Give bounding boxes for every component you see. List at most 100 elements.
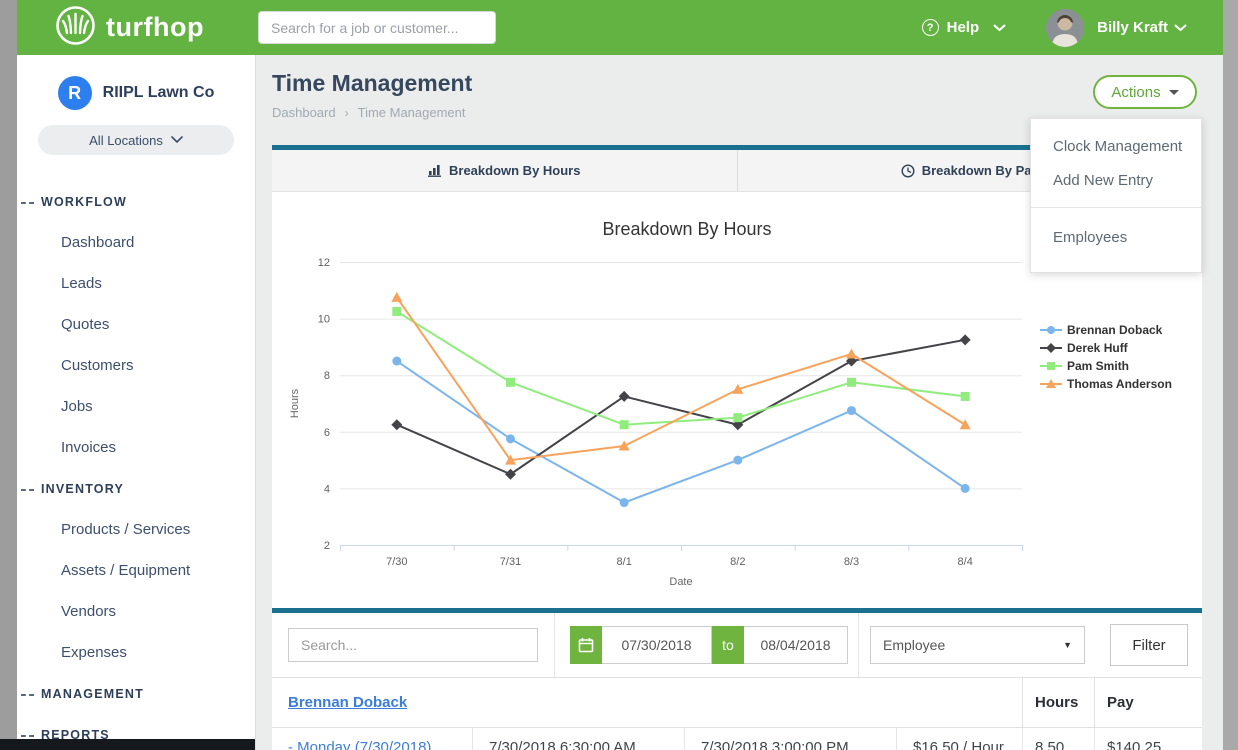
tree-dashes-icon <box>21 735 34 737</box>
select-caret-icon: ▼ <box>1063 640 1072 650</box>
sidebar-item-dashboard[interactable]: Dashboard <box>17 222 255 263</box>
svg-text:4: 4 <box>324 483 330 495</box>
time-entries-table: Brennan Doback Hours Pay - Monday (7/30/… <box>272 678 1202 750</box>
sidebar-nav: WORKFLOW Dashboard Leads Quotes Customer… <box>17 181 255 750</box>
sidebar-footer <box>17 739 255 750</box>
tree-dashes-icon <box>21 202 34 204</box>
calendar-icon <box>578 637 594 653</box>
tab-breakdown-by-hours[interactable]: Breakdown By Hours <box>272 150 737 191</box>
calendar-button[interactable] <box>570 626 602 664</box>
top-bar: turfhop ? Help Billy Kraft <box>17 0 1223 55</box>
sidebar-item-customers[interactable]: Customers <box>17 345 255 386</box>
menu-divider <box>1031 207 1201 208</box>
clock-icon <box>901 164 915 178</box>
location-filter-label: All Locations <box>89 133 163 148</box>
actions-button[interactable]: Actions <box>1093 75 1197 109</box>
sidebar: R RIIPL Lawn Co All Locations WORKFLOW D… <box>17 55 256 750</box>
date-to-input[interactable] <box>744 626 848 664</box>
chart-legend: Brennan Doback Derek Huff Pam Smith Thomas … <box>1040 321 1172 393</box>
company-row: R RIIPL Lawn Co <box>17 55 255 110</box>
table-search-input[interactable] <box>288 628 538 662</box>
legend-label: Brennan Doback <box>1067 323 1162 337</box>
company-name: RIIPL Lawn Co <box>103 84 215 102</box>
left-scrollbar-track-end <box>0 739 17 750</box>
svg-text:8/3: 8/3 <box>844 556 859 568</box>
sidebar-item-expenses[interactable]: Expenses <box>17 632 255 673</box>
global-search-input[interactable] <box>258 11 496 44</box>
left-scrollbar[interactable] <box>0 0 17 750</box>
rate-cell: $16.50 / Hour <box>896 728 1022 750</box>
tree-dashes-icon <box>21 694 34 696</box>
topbar-right-group: ? Help Billy Kraft <box>922 9 1187 47</box>
chevron-down-icon <box>171 136 183 144</box>
legend-label: Derek Huff <box>1067 341 1128 355</box>
triangle-marker-icon <box>1040 378 1062 390</box>
legend-item[interactable]: Derek Huff <box>1040 339 1172 357</box>
table-header-row: Brennan Doback Hours Pay <box>272 678 1202 728</box>
date-from-input[interactable] <box>602 626 712 664</box>
legend-item[interactable]: Brennan Doback <box>1040 321 1172 339</box>
caret-down-icon <box>1169 90 1179 95</box>
diamond-marker-icon <box>1040 342 1062 354</box>
svg-text:12: 12 <box>318 257 330 269</box>
breadcrumb-separator: › <box>345 106 349 120</box>
svg-text:Breakdown By Hours: Breakdown By Hours <box>602 219 771 239</box>
legend-item[interactable]: Pam Smith <box>1040 357 1172 375</box>
avatar[interactable] <box>1046 9 1084 47</box>
menu-item-add-new-entry[interactable]: Add New Entry <box>1031 163 1201 197</box>
chevron-down-icon <box>993 19 1006 37</box>
svg-text:7/31: 7/31 <box>500 556 521 568</box>
chevron-down-icon[interactable] <box>1174 19 1187 37</box>
company-badge: R <box>58 76 92 110</box>
sidebar-item-invoices[interactable]: Invoices <box>17 427 255 468</box>
bar-chart-icon <box>428 164 442 177</box>
main-content: Time Management Dashboard › Time Managem… <box>256 55 1223 750</box>
menu-item-clock-management[interactable]: Clock Management <box>1031 129 1201 163</box>
day-link[interactable]: - Monday (7/30/2018) <box>288 739 431 750</box>
square-marker-icon <box>1040 360 1062 372</box>
svg-text:8/4: 8/4 <box>958 556 973 568</box>
sidebar-item-leads[interactable]: Leads <box>17 263 255 304</box>
date-to-label: to <box>712 626 744 664</box>
svg-text:Hours: Hours <box>289 388 301 418</box>
sidebar-item-assets-equipment[interactable]: Assets / Equipment <box>17 550 255 591</box>
brand-logo[interactable]: turfhop <box>55 5 204 51</box>
sidebar-item-vendors[interactable]: Vendors <box>17 591 255 632</box>
sidebar-item-quotes[interactable]: Quotes <box>17 304 255 345</box>
legend-item[interactable]: Thomas Anderson <box>1040 375 1172 393</box>
filter-button[interactable]: Filter <box>1110 624 1188 666</box>
svg-text:8/2: 8/2 <box>730 556 745 568</box>
menu-item-employees[interactable]: Employees <box>1031 220 1201 254</box>
employee-select[interactable]: Employee ▼ <box>870 626 1085 664</box>
user-name[interactable]: Billy Kraft <box>1097 19 1168 36</box>
svg-text:6: 6 <box>324 427 330 439</box>
sidebar-section-management[interactable]: MANAGEMENT <box>17 673 255 714</box>
filter-bar: to Employee ▼ Filter <box>272 613 1202 678</box>
circle-marker-icon <box>1040 324 1062 336</box>
breadcrumb-dashboard[interactable]: Dashboard <box>272 105 336 120</box>
location-filter[interactable]: All Locations <box>38 125 234 155</box>
help-menu[interactable]: ? Help <box>922 19 1007 37</box>
sidebar-item-products-services[interactable]: Products / Services <box>17 509 255 550</box>
svg-text:8: 8 <box>324 370 330 382</box>
clock-in-cell: 7/30/2018 6:30:00 AM <box>472 728 684 750</box>
brand-wordmark: turfhop <box>106 12 204 43</box>
svg-text:7/30: 7/30 <box>386 556 407 568</box>
breadcrumb: Dashboard › Time Management <box>272 105 466 120</box>
grass-logo-icon <box>55 5 96 51</box>
sidebar-section-inventory[interactable]: INVENTORY <box>17 468 255 509</box>
sidebar-item-jobs[interactable]: Jobs <box>17 386 255 427</box>
svg-text:2: 2 <box>324 540 330 552</box>
right-scrollbar[interactable] <box>1223 0 1238 750</box>
table-row: - Monday (7/30/2018) 7/30/2018 6:30:00 A… <box>272 728 1202 750</box>
legend-label: Pam Smith <box>1067 359 1129 373</box>
sidebar-section-workflow[interactable]: WORKFLOW <box>17 181 255 222</box>
pay-cell: $140.25 <box>1094 728 1202 750</box>
help-icon: ? <box>922 19 939 36</box>
breadcrumb-current: Time Management <box>358 105 466 120</box>
clock-out-cell: 7/30/2018 3:00:00 PM <box>684 728 896 750</box>
svg-text:Date: Date <box>669 576 692 588</box>
svg-text:8/1: 8/1 <box>617 556 632 568</box>
filter-divider <box>858 613 859 678</box>
employee-group-link[interactable]: Brennan Doback <box>288 694 407 711</box>
